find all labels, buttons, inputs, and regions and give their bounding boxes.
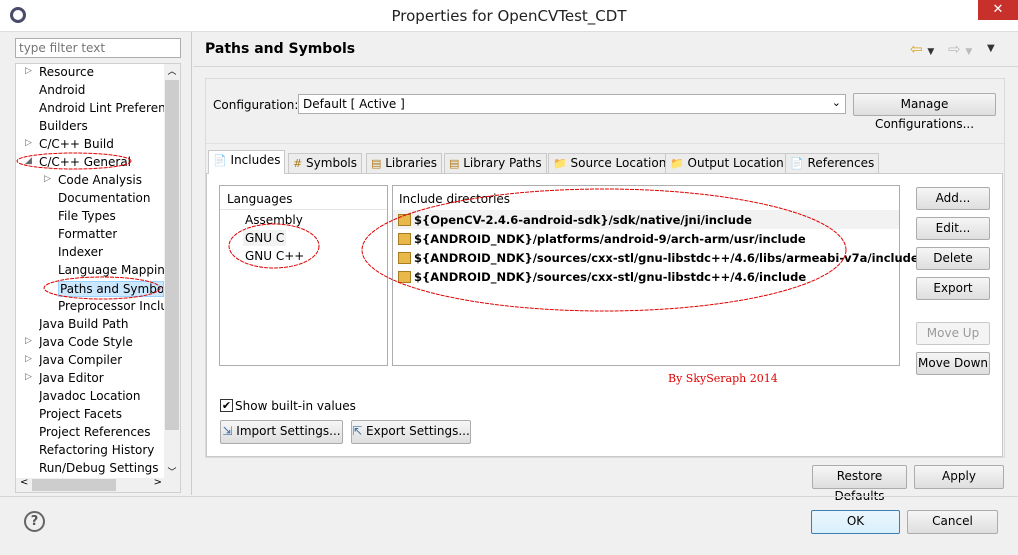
annotation-ellipse bbox=[228, 223, 320, 269]
annotation-ellipse bbox=[16, 152, 132, 170]
annotation-ellipses bbox=[16, 152, 847, 312]
annotation-ellipse bbox=[43, 276, 161, 300]
annotation-ellipse bbox=[361, 188, 847, 312]
